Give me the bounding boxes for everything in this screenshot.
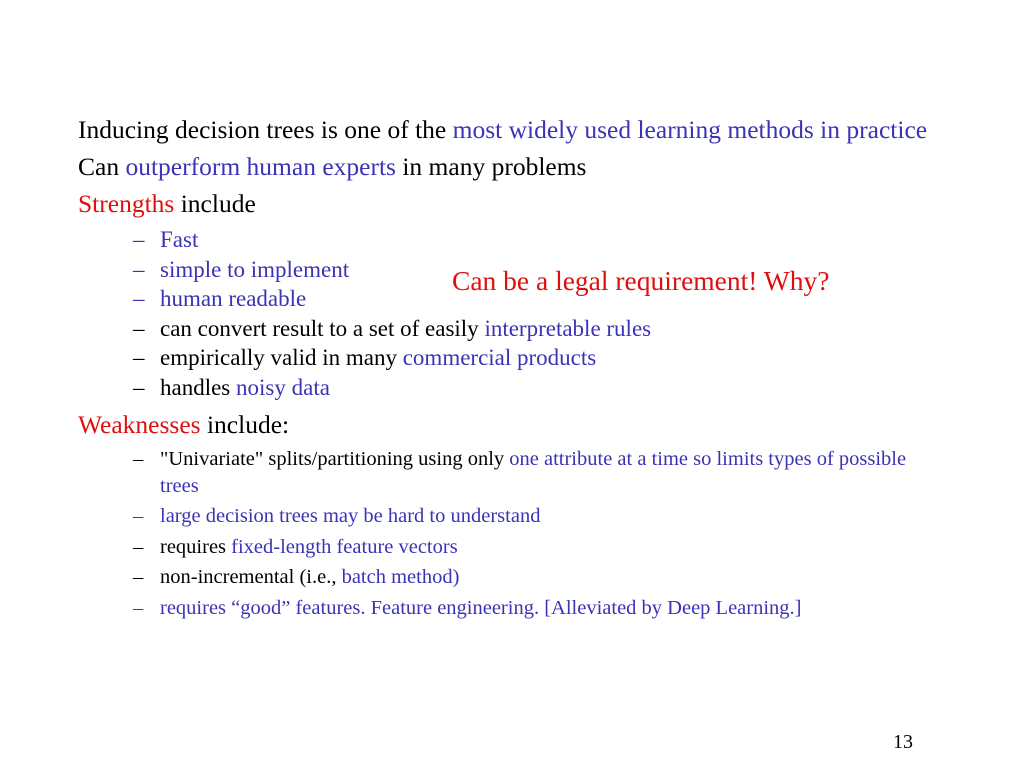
bullet-dash-marker: – [133, 505, 144, 527]
bullet-dash-marker: – [133, 374, 145, 400]
bullet-dash-marker: – [133, 286, 145, 311]
text-run: human readable [160, 286, 307, 311]
bullet-dash-marker: – [133, 345, 145, 370]
bullet-item: Can outperform human experts in many pro… [78, 151, 946, 182]
sub-bullet-item: – non-incremental (i.e., batch method) [78, 564, 946, 591]
text-run: Weaknesses [78, 410, 201, 439]
text-run: handles [160, 374, 237, 400]
text-run: fixed-length feature vectors [231, 535, 458, 558]
slide-canvas: Inducing decision trees is one of the mo… [0, 0, 1024, 768]
bullet-item: Inducing decision trees is one of the mo… [78, 114, 946, 145]
bullet-dash-marker: – [133, 315, 145, 341]
bullet-dash-marker: – [133, 227, 145, 252]
text-run: Can [78, 152, 126, 181]
slide-body-text: Inducing decision trees is one of the mo… [78, 114, 946, 621]
sub-bullet-item: – requires “good” features. Feature engin… [78, 595, 946, 622]
text-run: most widely used learning methods in pra… [452, 115, 928, 144]
bullet-item: Strengths include [78, 188, 946, 219]
callout-legal-requirement: Can be a legal requirement! Why? [452, 265, 830, 296]
text-run: Inducing decision trees is one of the [78, 115, 453, 144]
bullet-dash-marker: – [133, 566, 144, 588]
text-run: non-incremental (i.e., [160, 566, 342, 588]
sub-bullet-item: – large decision trees may be hard to und… [78, 503, 946, 530]
sub-bullet-item: – handles noisy data [78, 373, 946, 403]
text-run: can convert result to a set of easily [160, 315, 485, 341]
sub-bullet-item: – requires fixed-length feature vectors [78, 534, 946, 561]
page-number: 13 [893, 731, 913, 753]
text-run: include [174, 189, 256, 218]
text-run: batch method) [341, 566, 460, 588]
bullet-dash-marker: – [133, 535, 144, 558]
sub-bullet-item: – Fast [78, 225, 946, 255]
sub-bullet-item: – can convert result to a set of easily i… [78, 314, 946, 344]
bullet-dash-marker: – [133, 596, 144, 619]
text-run: in many problems [395, 152, 587, 181]
text-run: outperform human experts [125, 152, 396, 181]
sub-bullet-item: – empirically valid in many commercial pr… [78, 343, 946, 373]
text-run: large decision trees may be hard to unde… [160, 505, 541, 527]
text-run: "Univariate" splits/partitioning using o… [160, 448, 510, 470]
text-run: Strengths [78, 189, 175, 218]
text-run: noisy data [236, 374, 330, 400]
bullet-dash-marker: – [133, 256, 145, 282]
text-run: empirically valid in many [160, 345, 403, 370]
text-run: include: [200, 410, 290, 439]
text-run: requires [160, 535, 232, 558]
text-run: commercial products [402, 345, 597, 370]
bullet-dash-marker: – [133, 448, 144, 470]
text-run: Fast [160, 227, 199, 252]
bullet-item: Weaknesses include: [78, 409, 946, 440]
text-run: requires “good” features. Feature engine… [160, 596, 802, 619]
text-run: interpretable rules [484, 315, 652, 341]
sub-bullet-item: – "Univariate" splits/partitioning using … [78, 446, 946, 499]
text-run: simple to implement [160, 256, 350, 282]
